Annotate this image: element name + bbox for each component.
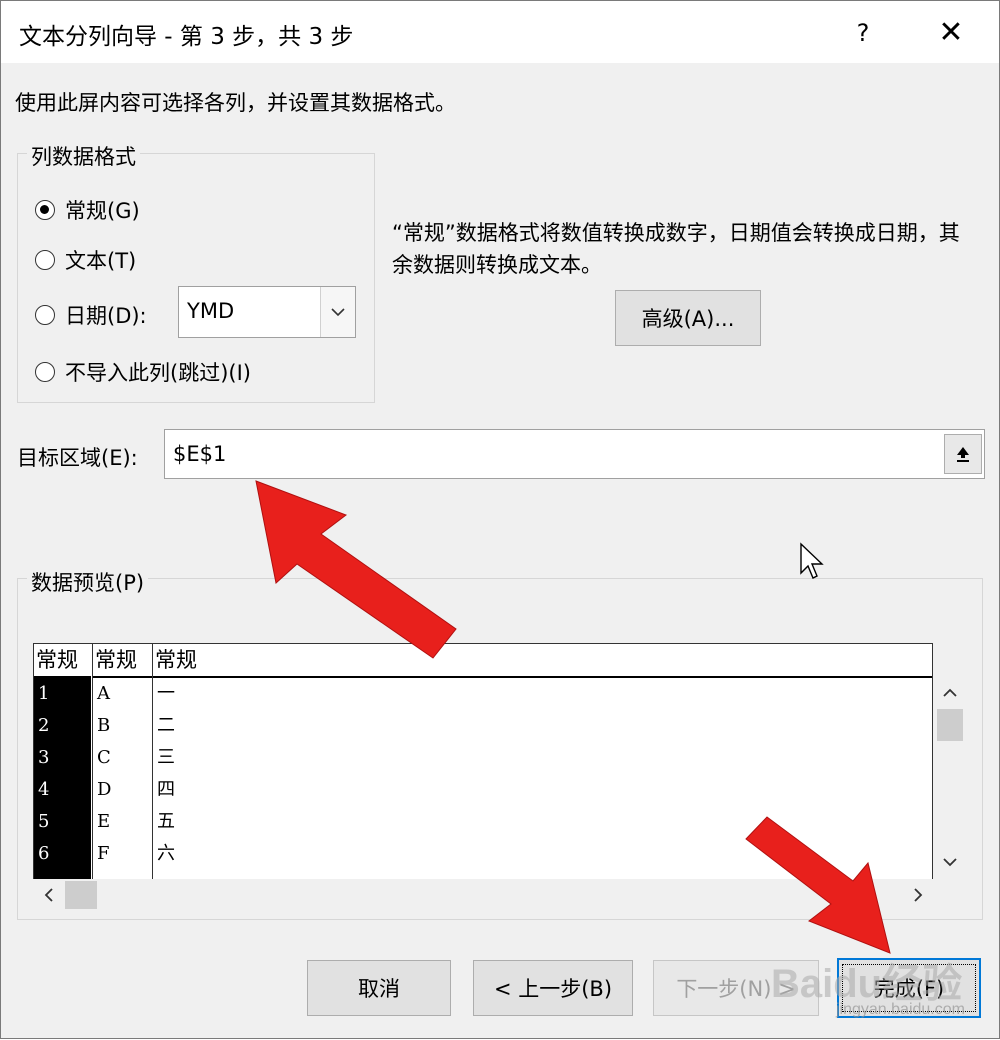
- cancel-button[interactable]: 取消: [307, 960, 451, 1016]
- preview-cell: 5: [38, 811, 50, 832]
- preview-cell: 4: [38, 779, 50, 800]
- advanced-button[interactable]: 高级(A)...: [615, 290, 761, 346]
- column-format-legend: 列数据格式: [27, 141, 140, 171]
- radio-general-label: 常规(G): [65, 199, 140, 223]
- preview-vertical-scrollbar[interactable]: [935, 677, 965, 879]
- preview-cell: 三: [157, 747, 175, 768]
- radio-text-label: 文本(T): [65, 249, 137, 273]
- preview-cell: 六: [157, 843, 175, 864]
- back-button[interactable]: < 上一步(B): [473, 960, 633, 1016]
- baidu-watermark-url: jingyan.baidu.com: [836, 1001, 965, 1018]
- radio-date-label: 日期(D):: [65, 304, 147, 328]
- scroll-down-icon[interactable]: [935, 847, 965, 877]
- preview-horizontal-scrollbar[interactable]: [33, 879, 935, 911]
- preview-cell: C: [97, 747, 111, 768]
- column-header[interactable]: 常规: [153, 644, 932, 678]
- title-bar: 文本分列向导 - 第 3 步，共 3 步 ? ✕: [1, 1, 999, 63]
- preview-cell: 二: [157, 715, 175, 736]
- close-icon[interactable]: ✕: [929, 11, 973, 55]
- radio-text-indicator[interactable]: [35, 250, 55, 270]
- preview-cell: 四: [157, 779, 175, 800]
- scroll-left-icon[interactable]: [33, 880, 63, 910]
- scroll-up-icon[interactable]: [935, 677, 965, 707]
- target-range-input[interactable]: $E$1: [164, 429, 985, 479]
- preview-cell: F: [97, 843, 110, 864]
- preview-cell: 2: [38, 715, 50, 736]
- target-range-value: $E$1: [173, 442, 227, 466]
- radio-skip-label: 不导入此列(跳过)(I): [65, 361, 251, 385]
- collapse-dialog-icon[interactable]: [944, 434, 982, 474]
- preview-column-1[interactable]: 常规 1 2 3 4 5 6: [34, 644, 91, 879]
- preview-cell: 6: [38, 843, 50, 864]
- vertical-scroll-thumb[interactable]: [937, 709, 963, 741]
- text-to-columns-dialog: 文本分列向导 - 第 3 步，共 3 步 ? ✕ 使用此屏内容可选择各列，并设置…: [0, 0, 1000, 1039]
- data-preview-grid[interactable]: 常规 1 2 3 4 5 6 常规 A B C D E F 常规 一 二 三 四: [33, 643, 933, 879]
- horizontal-scroll-thumb[interactable]: [65, 881, 97, 909]
- preview-cell: 一: [157, 683, 175, 704]
- radio-text[interactable]: 文本(T): [35, 245, 136, 275]
- format-hint: “常规”数据格式将数值转换成数字，日期值会转换成日期，其余数据则转换成文本。: [392, 221, 960, 277]
- date-format-value: YMD: [187, 299, 235, 323]
- column-header[interactable]: 常规: [34, 644, 91, 678]
- preview-cell: A: [97, 683, 110, 704]
- target-label: 目标区域(E):: [17, 446, 138, 470]
- radio-skip[interactable]: 不导入此列(跳过)(I): [35, 357, 251, 387]
- radio-date-indicator[interactable]: [35, 305, 55, 325]
- preview-cell: 1: [38, 683, 50, 704]
- preview-cell: 五: [157, 811, 175, 832]
- preview-column-2[interactable]: 常规 A B C D E F: [92, 644, 152, 879]
- help-icon[interactable]: ?: [843, 11, 883, 55]
- column-header[interactable]: 常规: [93, 644, 152, 678]
- dialog-title: 文本分列向导 - 第 3 步，共 3 步: [19, 24, 354, 50]
- preview-label: 数据预览(P): [27, 567, 149, 597]
- scroll-right-icon[interactable]: [903, 880, 933, 910]
- chevron-down-icon[interactable]: [320, 287, 355, 337]
- mouse-cursor-icon: [800, 542, 824, 579]
- radio-general[interactable]: 常规(G): [35, 195, 140, 225]
- preview-column-3[interactable]: 常规 一 二 三 四 五 六: [152, 644, 932, 879]
- date-format-select[interactable]: YMD: [178, 286, 356, 338]
- preview-cell: E: [97, 811, 111, 832]
- preview-cell: D: [97, 779, 112, 800]
- radio-date[interactable]: 日期(D):: [35, 300, 147, 330]
- preview-cell: B: [97, 715, 111, 736]
- preview-cell: 3: [38, 747, 50, 768]
- radio-skip-indicator[interactable]: [35, 362, 55, 382]
- radio-general-indicator[interactable]: [35, 200, 55, 220]
- step-description: 使用此屏内容可选择各列，并设置其数据格式。: [15, 91, 456, 115]
